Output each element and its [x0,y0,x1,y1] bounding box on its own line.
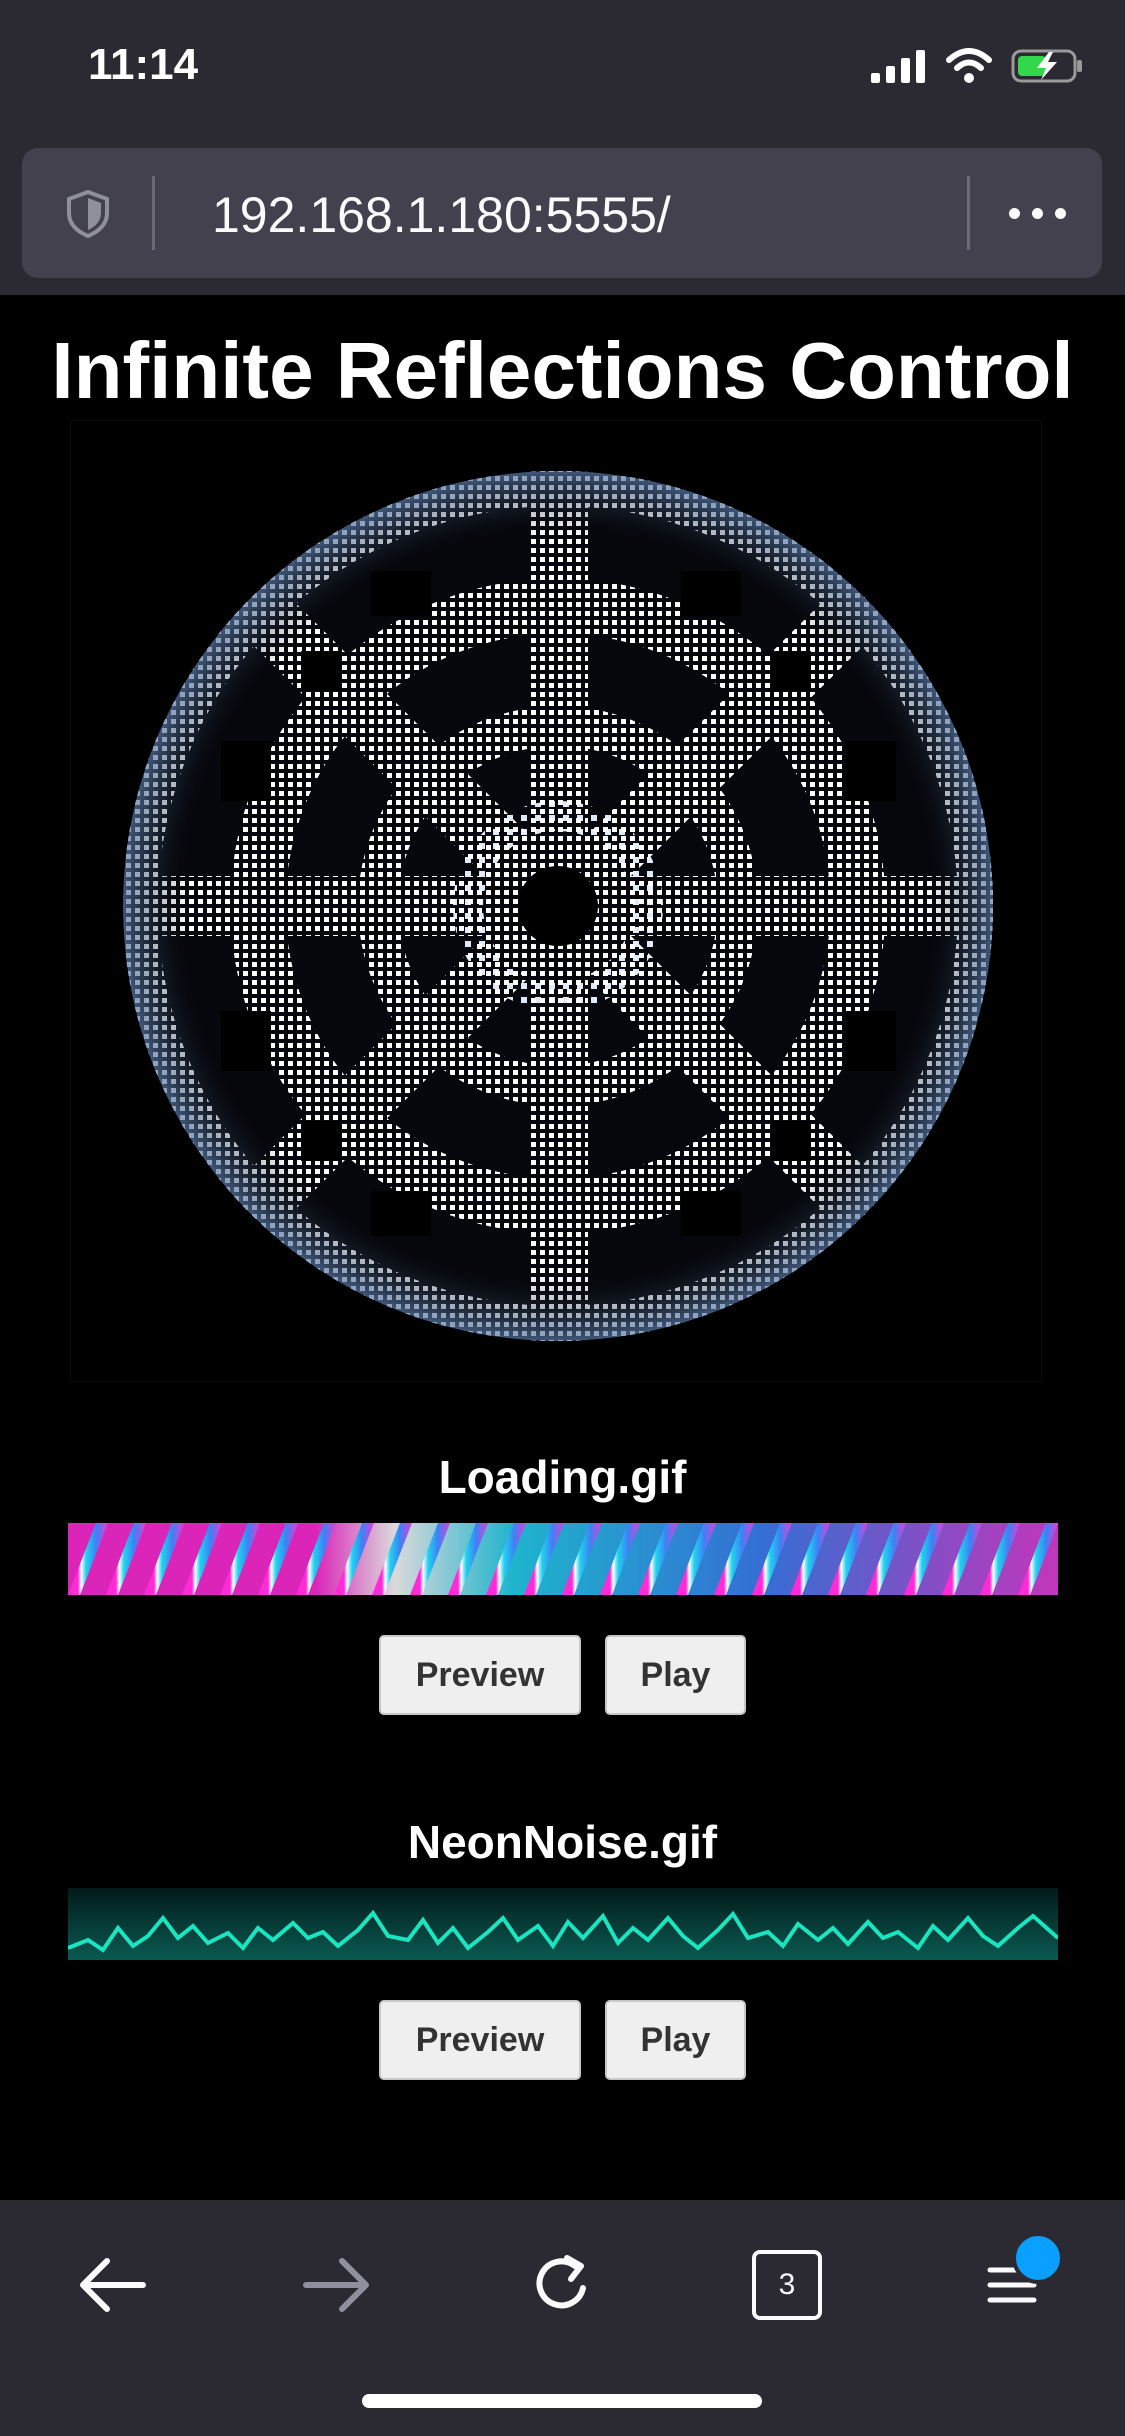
menu-icon[interactable] [952,2230,1072,2340]
shield-icon[interactable] [62,188,114,240]
neonnoise-gif-thumbnail [68,1888,1058,1960]
url-bar[interactable]: 192.168.1.180:5555/ [22,148,1102,278]
status-time: 11:14 [88,40,199,89]
reload-icon[interactable] [502,2230,622,2340]
signal-icon [871,50,925,83]
play-button[interactable]: Play [605,2000,746,2080]
loading-gif-thumbnail [68,1523,1058,1595]
home-indicator [362,2394,762,2408]
url-text[interactable]: 192.168.1.180:5555/ [212,186,671,244]
gif-item: Loading.gif [0,1450,1125,1504]
url-divider [152,176,155,250]
forward-icon[interactable] [277,2230,397,2340]
tab-count: 3 [752,2250,822,2320]
browser-toolbar: 192.168.1.180:5555/ [0,140,1125,295]
more-icon[interactable] [997,188,1077,238]
led-mandala-image [123,471,993,1341]
play-button[interactable]: Play [605,1635,746,1715]
notification-badge [1012,2232,1064,2284]
battery-charging-icon [1011,49,1082,83]
led-preview [70,420,1042,1382]
gif-item: NeonNoise.gif [0,1815,1125,1869]
preview-button[interactable]: Preview [379,2000,581,2080]
status-bar: 11:14 [0,0,1125,140]
gif-name: NeonNoise.gif [407,1816,718,1868]
page-title: Infinite Reflections Control [51,326,1074,415]
gif-name: Loading.gif [438,1451,687,1503]
status-icons [871,44,1085,88]
web-page: Infinite Reflections Control Loading.gif… [0,295,1125,2200]
back-icon[interactable] [52,2230,172,2340]
wifi-icon [946,48,992,83]
tabs-button[interactable]: 3 [727,2230,847,2340]
preview-button[interactable]: Preview [379,1635,581,1715]
url-divider [967,176,970,250]
